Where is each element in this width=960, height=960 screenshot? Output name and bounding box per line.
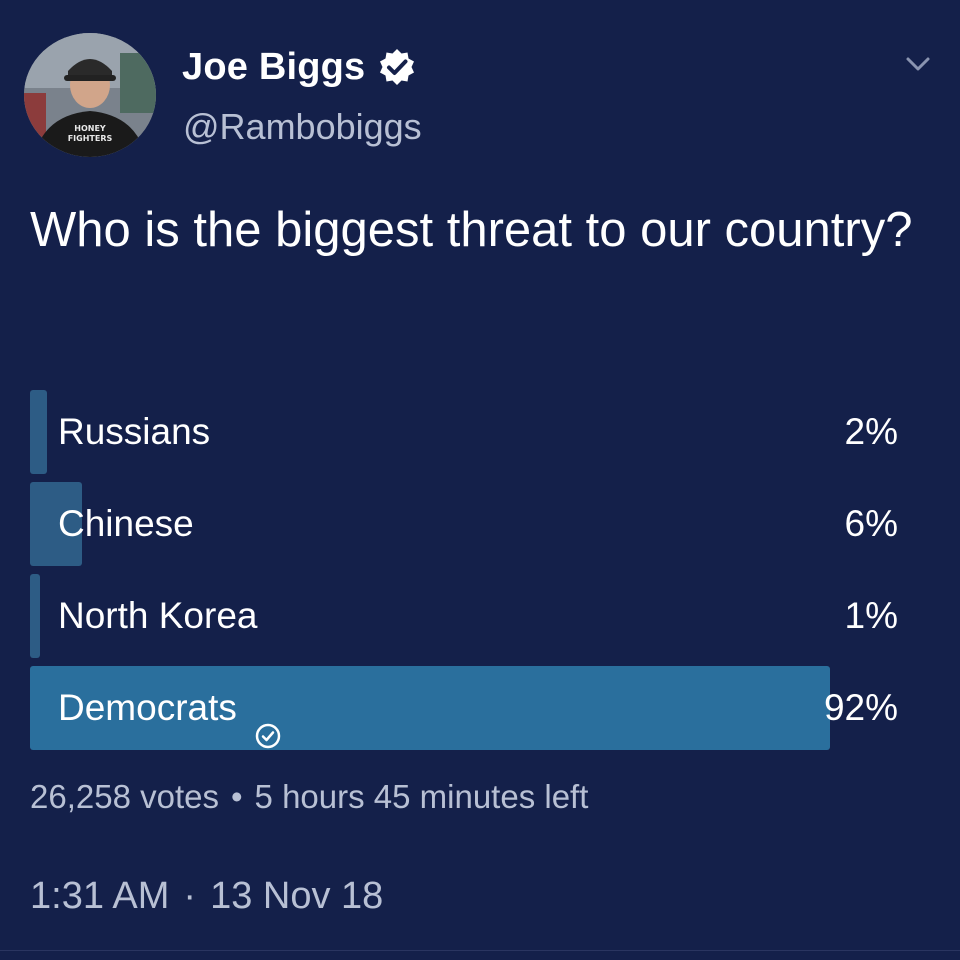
tweet-card: HONEY FIGHTERS Joe Biggs @Rambobiggs Who…: [0, 0, 960, 960]
poll-option-percent: 2%: [844, 411, 898, 452]
check-circle-icon: [255, 695, 281, 749]
author-name-row: Joe Biggs: [182, 42, 417, 92]
poll-meta: 26,258 votes • 5 hours 45 minutes left: [30, 778, 588, 816]
poll-bar: [30, 390, 48, 474]
meta-separator: •: [230, 778, 243, 815]
poll: Russians 2% Chinese 6% North Korea 1% De…: [30, 390, 900, 758]
poll-option-text: Russians: [58, 411, 211, 452]
tweet-text: Who is the biggest threat to our country…: [30, 203, 913, 257]
poll-option-north-korea[interactable]: North Korea 1%: [30, 574, 900, 658]
poll-time-left: 5 hours 45 minutes left: [254, 778, 589, 815]
svg-text:FIGHTERS: FIGHTERS: [68, 134, 113, 143]
chevron-down-icon[interactable]: [902, 52, 934, 76]
poll-option-text: Chinese: [58, 503, 194, 544]
poll-option-label: Russians: [58, 390, 210, 474]
poll-option-percent: 92%: [823, 687, 898, 728]
avatar-photo: HONEY FIGHTERS: [24, 33, 156, 157]
timestamp-time: 1:31 AM: [30, 875, 170, 917]
poll-option-democrats[interactable]: Democrats 92%: [30, 666, 900, 750]
svg-text:HONEY: HONEY: [74, 124, 106, 133]
tweet-timestamp[interactable]: 1:31 AM · 13 Nov 18: [30, 875, 383, 918]
timestamp-date: 13 Nov 18: [210, 875, 384, 917]
timestamp-separator: ·: [183, 875, 197, 917]
divider: [0, 950, 960, 951]
verified-badge-icon: [377, 47, 417, 87]
poll-option-label: Democrats: [58, 666, 281, 750]
poll-vote-count: 26,258 votes: [30, 778, 219, 815]
display-name[interactable]: Joe Biggs: [182, 46, 365, 89]
poll-option-label: North Korea: [58, 574, 258, 658]
author-handle[interactable]: @Rambobiggs: [183, 106, 422, 148]
poll-option-percent: 1%: [844, 595, 898, 636]
poll-option-percent: 6%: [844, 503, 898, 544]
poll-option-text: Democrats: [58, 687, 237, 728]
poll-option-text: North Korea: [58, 595, 258, 636]
poll-option-russians[interactable]: Russians 2%: [30, 390, 900, 474]
poll-option-label: Chinese: [58, 482, 194, 566]
poll-bar: [30, 574, 40, 658]
poll-option-chinese[interactable]: Chinese 6%: [30, 482, 900, 566]
avatar[interactable]: HONEY FIGHTERS: [24, 33, 156, 157]
